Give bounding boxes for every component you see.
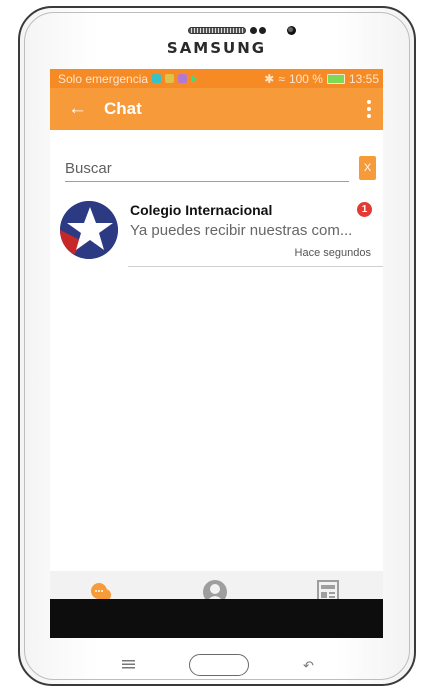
chat-name: Colegio Internacional [130,202,273,218]
sensor-dot [250,27,257,34]
home-button[interactable] [189,654,249,676]
bottom-nav [50,571,383,601]
chat-timestamp: Hace segundos [294,247,371,259]
search-row: X [65,156,376,184]
news-icon[interactable] [316,579,340,601]
app-bar: ← Chat [50,88,383,130]
notification-icon [152,74,162,83]
status-bar: Solo emergencia ✱ ≈ 100 % 13:55 [50,69,383,88]
speaker-grille [188,27,246,34]
arrow-left-icon[interactable]: ← [68,88,90,130]
divider [128,266,383,267]
page-title: Chat [104,99,142,118]
more-vert-icon[interactable] [367,100,371,118]
bluetooth-icon: ✱ [264,71,275,86]
clear-search-button[interactable]: X [359,156,376,180]
notification-icon [178,74,188,83]
avatar [60,201,118,259]
battery-percent: 100 % [288,71,323,86]
search-input[interactable] [65,156,349,182]
back-key-icon[interactable]: ↶ [303,658,314,674]
brand-logo: SAMSUNG [166,39,267,57]
chat-list-item[interactable]: Colegio Internacional Ya puedes recibir … [50,197,383,269]
star-logo-icon [60,201,118,259]
contacts-icon[interactable] [202,579,228,601]
screen: Solo emergencia ✱ ≈ 100 % 13:55 ← Chat X [50,69,383,638]
sensor-dot [259,27,266,34]
carrier-text: Solo emergencia [58,71,149,86]
wifi-icon: ≈ [278,71,285,86]
unread-badge: 1 [357,202,372,217]
system-navigation-area [50,599,383,638]
front-camera [287,26,296,35]
chat-icon[interactable] [91,581,111,601]
clock: 13:55 [348,71,379,86]
chat-preview: Ya puedes recibir nuestras com... [130,222,353,239]
notification-icon [165,74,175,83]
play-store-icon [191,74,198,83]
menu-key-icon[interactable] [122,660,135,669]
battery-icon [326,73,345,84]
